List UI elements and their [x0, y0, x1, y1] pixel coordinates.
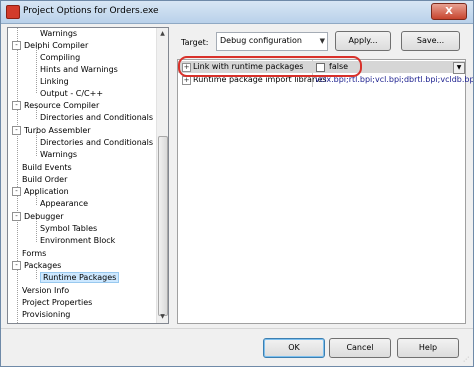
- cancel-button[interactable]: Cancel: [329, 338, 391, 358]
- tree-item-directories-and-conditionals[interactable]: Directories and Conditionals: [40, 137, 153, 149]
- collapse-icon[interactable]: -: [12, 126, 21, 135]
- tree-item-packages[interactable]: - Packages: [12, 260, 61, 272]
- tree-item-provisioning[interactable]: Provisioning: [22, 309, 70, 321]
- dropdown-arrow-icon[interactable]: ▼: [320, 37, 325, 45]
- target-dropdown[interactable]: Debug configuration ▼: [216, 32, 328, 51]
- close-button[interactable]: X: [431, 3, 467, 20]
- tree-item-appearance[interactable]: Appearance: [40, 198, 88, 210]
- highlight-annotation: [178, 56, 362, 77]
- apply-button[interactable]: Apply...: [335, 31, 391, 51]
- resize-grip-icon[interactable]: ⋰: [463, 356, 471, 364]
- tree-item-warnings[interactable]: Warnings: [40, 28, 77, 40]
- scroll-down-icon[interactable]: ▼: [157, 311, 168, 323]
- separator: [1, 328, 473, 329]
- tree-item-build-events[interactable]: Build Events: [22, 162, 72, 174]
- tree-item-project-properties[interactable]: Project Properties: [22, 297, 92, 309]
- tree-item-delphi-compiler[interactable]: - Delphi Compiler: [12, 40, 88, 52]
- tree-guide: [17, 28, 18, 323]
- tree-item-environment-block[interactable]: Environment Block: [40, 235, 115, 247]
- tree-item-linking[interactable]: Linking: [40, 76, 69, 88]
- title-bar[interactable]: Project Options for Orders.exe X: [1, 1, 473, 24]
- collapse-icon[interactable]: -: [12, 212, 21, 221]
- collapse-icon[interactable]: -: [12, 101, 21, 110]
- ok-button[interactable]: OK: [263, 338, 325, 358]
- tree-item-symbol-tables[interactable]: Symbol Tables: [40, 223, 97, 235]
- window-title: Project Options for Orders.exe: [23, 6, 159, 16]
- tree-item-output-c-cpp[interactable]: Output - C/C++: [40, 88, 103, 100]
- dropdown-arrow-icon[interactable]: ▼: [453, 62, 465, 74]
- options-tree: Warnings - Delphi Compiler Compiling Hint…: [7, 27, 169, 324]
- tree-item-build-order[interactable]: Build Order: [22, 174, 67, 186]
- expand-icon[interactable]: +: [182, 76, 191, 85]
- tree-item-runtime-packages[interactable]: Runtime Packages: [40, 272, 120, 284]
- tree-item-hints-and-warnings[interactable]: Hints and Warnings: [40, 64, 118, 76]
- project-options-window: Project Options for Orders.exe X Warning…: [0, 0, 474, 367]
- tree-item-resource-compiler[interactable]: - Resource Compiler: [12, 100, 99, 112]
- tree-item-application[interactable]: - Application: [12, 186, 69, 198]
- tree-guide: [36, 45, 37, 93]
- tree-scrollbar[interactable]: ▲ ▼: [156, 28, 168, 323]
- tree-item-debugger[interactable]: - Debugger: [12, 211, 64, 223]
- property-grid: + Link with runtime packages false ▼ + R…: [177, 59, 473, 324]
- tree-item-warnings[interactable]: Warnings: [40, 149, 77, 161]
- help-button[interactable]: Help: [397, 338, 459, 358]
- scroll-up-icon[interactable]: ▲: [157, 28, 168, 40]
- tree-item-turbo-assembler[interactable]: - Turbo Assembler: [12, 125, 91, 137]
- tree-item-version-info[interactable]: Version Info: [22, 285, 69, 297]
- tree-item-forms[interactable]: Forms: [22, 248, 46, 260]
- target-label: Target:: [181, 38, 209, 47]
- scrollbar-thumb[interactable]: [158, 136, 168, 316]
- tree-item-directories-and-conditionals[interactable]: Directories and Conditionals: [40, 112, 153, 124]
- app-icon: [6, 5, 20, 19]
- save-button[interactable]: Save...: [401, 31, 460, 51]
- collapse-icon[interactable]: -: [12, 41, 21, 50]
- collapse-icon[interactable]: -: [12, 261, 21, 270]
- tree-item-compiling[interactable]: Compiling: [40, 52, 80, 64]
- target-value: Debug configuration: [220, 36, 302, 45]
- collapse-icon[interactable]: -: [12, 187, 21, 196]
